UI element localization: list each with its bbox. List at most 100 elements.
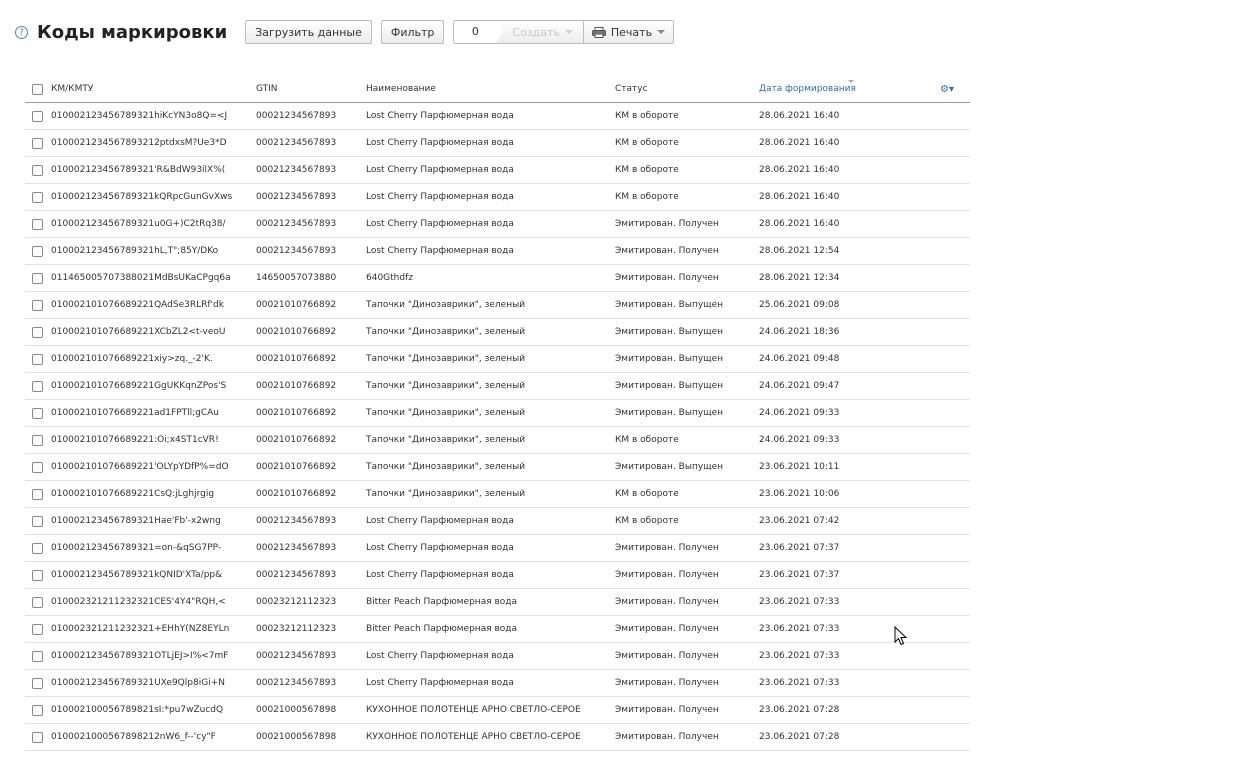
- row-checkbox-cell: [25, 372, 51, 400]
- gear-icon[interactable]: ⚙▾: [940, 84, 954, 95]
- create-label: Создать: [512, 25, 560, 39]
- row-checkbox[interactable]: [32, 461, 43, 473]
- row-checkbox[interactable]: [32, 380, 43, 392]
- row-checkbox-cell: [25, 210, 51, 238]
- create-button[interactable]: Создать: [496, 21, 584, 43]
- cell-km: 011465005707388021MdBsUKaCPgq6a: [51, 264, 256, 292]
- cell-spacer: [940, 183, 970, 211]
- row-checkbox[interactable]: [32, 488, 43, 500]
- table-row[interactable]: 010002101076689221'OLYpYDfP%=dO 000210107…: [25, 453, 970, 481]
- cell-km: 010002321211232321CES'4Y4"RQH,<: [51, 588, 256, 616]
- column-header-km[interactable]: КМ/КМТУ: [51, 76, 256, 103]
- cell-gtin: 00021010766892: [256, 453, 366, 481]
- row-checkbox[interactable]: [32, 326, 43, 338]
- row-checkbox[interactable]: [32, 704, 43, 716]
- row-checkbox[interactable]: [32, 191, 43, 203]
- row-checkbox[interactable]: [32, 245, 43, 257]
- row-checkbox[interactable]: [32, 137, 43, 149]
- table-row[interactable]: 010002101076689221CsQ:jLghjrgig 000210107…: [25, 480, 970, 508]
- cell-name: Тапочки "Динозаврики", зеленый: [366, 426, 615, 454]
- cell-km: 010002101076689221XCbZL2<t-veoU: [51, 318, 256, 346]
- cell-name: Lost Cherry Парфюмерная вода: [366, 183, 615, 211]
- column-header-gtin[interactable]: GTIN: [256, 76, 366, 103]
- row-checkbox[interactable]: [32, 164, 43, 176]
- row-checkbox[interactable]: [32, 218, 43, 230]
- table-row[interactable]: 010002101076689221QAdSe3RLRf'dk 000210107…: [25, 291, 970, 319]
- row-checkbox-cell: [25, 453, 51, 481]
- table-row[interactable]: 010002101076689221GgUKKqnZPos'S 000210107…: [25, 372, 970, 400]
- help-icon[interactable]: ?: [15, 25, 28, 39]
- row-checkbox[interactable]: [32, 569, 43, 581]
- cell-status: КМ в обороте: [615, 183, 759, 211]
- row-checkbox[interactable]: [32, 110, 43, 122]
- cell-status: Эмитирован. Получен: [615, 615, 759, 643]
- row-checkbox[interactable]: [32, 434, 43, 446]
- column-header-status[interactable]: Статус: [615, 76, 759, 103]
- table-row[interactable]: 010002123456789321kQNID'XTa/pp& 000212345…: [25, 561, 970, 589]
- row-checkbox[interactable]: [32, 299, 43, 311]
- table-row[interactable]: 010002123456789321=on-&qSG7PP- 0002123456…: [25, 534, 970, 562]
- row-checkbox-cell: [25, 480, 51, 508]
- table-row[interactable]: 010002123456789321Hae'Fb'-x2wng 000212345…: [25, 507, 970, 535]
- column-header-date[interactable]: Дата формирования: [759, 76, 940, 103]
- cell-date: 28.06.2021 16:40: [759, 210, 940, 238]
- row-checkbox[interactable]: [32, 731, 43, 743]
- row-checkbox-cell: [25, 669, 51, 697]
- chevron-down-icon: [657, 30, 666, 34]
- table-row[interactable]: 010002123456789321OTLjEJ>I%<7mF 000212345…: [25, 642, 970, 670]
- row-checkbox[interactable]: [32, 353, 43, 365]
- cell-status: Эмитирован. Получен: [615, 237, 759, 265]
- filter-button[interactable]: Фильтр: [380, 20, 445, 44]
- table-row[interactable]: 011465005707388021MdBsUKaCPgq6a 146500570…: [25, 264, 970, 292]
- row-checkbox-cell: [25, 642, 51, 670]
- table-row[interactable]: 010002123456789321hiKcYN3o8Q=<J 000212345…: [25, 102, 970, 130]
- table-row[interactable]: 010002100056789821sI:*pu7wZucdQ 000210005…: [25, 696, 970, 724]
- cell-km: 010002123456789321u0G+)C2tRq38/: [51, 210, 256, 238]
- table-row[interactable]: 010002101076689221ad1FPTll;gCAu 000210107…: [25, 399, 970, 427]
- select-all-checkbox[interactable]: [32, 83, 43, 95]
- cell-km: 010002123456789321Hae'Fb'-x2wng: [51, 507, 256, 535]
- row-checkbox-cell: [25, 696, 51, 724]
- table-row[interactable]: 010002101076689221XCbZL2<t-veoU 000210107…: [25, 318, 970, 346]
- row-checkbox[interactable]: [32, 650, 43, 662]
- table-body: 010002123456789321hiKcYN3o8Q=<J 000212345…: [25, 102, 970, 751]
- cell-name: Тапочки "Динозаврики", зеленый: [366, 345, 615, 373]
- cell-status: Эмитирован. Получен: [615, 696, 759, 724]
- table-row[interactable]: 0100021000567898212nW6_f--'cy"F 000210005…: [25, 723, 970, 751]
- cell-date: 25.06.2021 09:08: [759, 291, 940, 319]
- row-checkbox[interactable]: [32, 272, 43, 284]
- row-checkbox[interactable]: [32, 596, 43, 608]
- cell-date: 23.06.2021 07:33: [759, 615, 940, 643]
- print-button[interactable]: Печать: [584, 21, 673, 43]
- row-checkbox-cell: [25, 588, 51, 616]
- cell-name: Lost Cherry Парфюмерная вода: [366, 102, 615, 130]
- cell-spacer: [940, 426, 970, 454]
- cell-spacer: [940, 237, 970, 265]
- cell-gtin: 00021010766892: [256, 345, 366, 373]
- cell-date: 23.06.2021 07:28: [759, 723, 940, 751]
- table-row[interactable]: 0100021234567893212ptdxsM?Ue3*D 000212345…: [25, 129, 970, 157]
- cell-name: Bitter Peach Парфюмерная вода: [366, 588, 615, 616]
- load-data-button[interactable]: Загрузить данные: [245, 20, 372, 44]
- cell-date: 23.06.2021 07:28: [759, 696, 940, 724]
- table-row[interactable]: 010002123456789321kQRpcGunGvXws 000212345…: [25, 183, 970, 211]
- table-row[interactable]: 010002321211232321CES'4Y4"RQH,< 000232121…: [25, 588, 970, 616]
- row-checkbox[interactable]: [32, 542, 43, 554]
- row-checkbox[interactable]: [32, 515, 43, 527]
- row-checkbox[interactable]: [32, 623, 43, 635]
- row-checkbox[interactable]: [32, 677, 43, 689]
- cell-gtin: 00021000567898: [256, 696, 366, 724]
- table-row[interactable]: 010002123456789321UXe9Qlp8iGi+N 000212345…: [25, 669, 970, 697]
- table-row[interactable]: 010002321211232321+EHhY(NZ8EYLn 000232121…: [25, 615, 970, 643]
- row-checkbox[interactable]: [32, 407, 43, 419]
- table-row[interactable]: 010002123456789321hL,T";85Y/DKo 000212345…: [25, 237, 970, 265]
- table-row[interactable]: 010002101076689221xiy>zq._-2'K. 000210107…: [25, 345, 970, 373]
- cell-km: 010002123456789321hiKcYN3o8Q=<J: [51, 102, 256, 130]
- table-row[interactable]: 010002101076689221:Oi;x4ST1cVR! 000210107…: [25, 426, 970, 454]
- table-row[interactable]: 010002123456789321'R&BdW93ilX%(000212345…: [25, 156, 970, 184]
- column-header-name[interactable]: Наименование: [366, 76, 615, 103]
- cell-name: Тапочки "Динозаврики", зеленый: [366, 318, 615, 346]
- cell-gtin: 00023212112323: [256, 615, 366, 643]
- table-row[interactable]: 010002123456789321u0G+)C2tRq38/000212345…: [25, 210, 970, 238]
- cell-date: 23.06.2021 07:37: [759, 534, 940, 562]
